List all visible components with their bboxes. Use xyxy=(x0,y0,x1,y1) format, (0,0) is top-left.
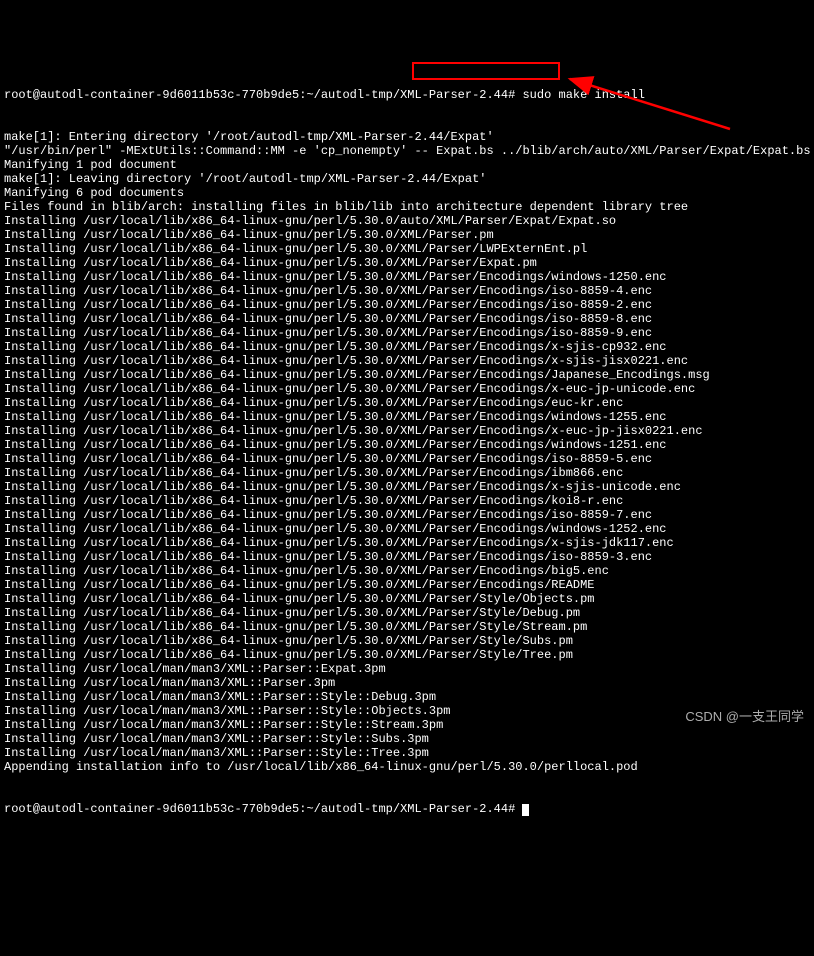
output-line: Installing /usr/local/man/man3/XML::Pars… xyxy=(4,690,810,704)
output-line: Installing /usr/local/lib/x86_64-linux-g… xyxy=(4,298,810,312)
prompt-line: root@autodl-container-9d6011b53c-770b9de… xyxy=(4,88,810,102)
output-line: Installing /usr/local/lib/x86_64-linux-g… xyxy=(4,648,810,662)
output-line: Installing /usr/local/lib/x86_64-linux-g… xyxy=(4,550,810,564)
output-line: Installing /usr/local/lib/x86_64-linux-g… xyxy=(4,592,810,606)
output-line: Installing /usr/local/lib/x86_64-linux-g… xyxy=(4,466,810,480)
output-line: Installing /usr/local/lib/x86_64-linux-g… xyxy=(4,284,810,298)
output-line: Installing /usr/local/lib/x86_64-linux-g… xyxy=(4,312,810,326)
output-line: Installing /usr/local/lib/x86_64-linux-g… xyxy=(4,340,810,354)
output-line: Installing /usr/local/lib/x86_64-linux-g… xyxy=(4,424,810,438)
output-line: Installing /usr/local/lib/x86_64-linux-g… xyxy=(4,256,810,270)
output-line: Installing /usr/local/lib/x86_64-linux-g… xyxy=(4,438,810,452)
terminal-output[interactable]: root@autodl-container-9d6011b53c-770b9de… xyxy=(4,60,810,858)
output-line: Installing /usr/local/lib/x86_64-linux-g… xyxy=(4,578,810,592)
output-line: Installing /usr/local/lib/x86_64-linux-g… xyxy=(4,522,810,536)
output-line: Installing /usr/local/lib/x86_64-linux-g… xyxy=(4,396,810,410)
cursor xyxy=(522,804,529,816)
output-line: Installing /usr/local/lib/x86_64-linux-g… xyxy=(4,564,810,578)
annotation-highlight-box xyxy=(412,62,560,80)
output-line: Installing /usr/local/man/man3/XML::Pars… xyxy=(4,732,810,746)
output-line: Installing /usr/local/lib/x86_64-linux-g… xyxy=(4,326,810,340)
output-line: Files found in blib/arch: installing fil… xyxy=(4,200,810,214)
shell-prompt: root@autodl-container-9d6011b53c-770b9de… xyxy=(4,88,522,102)
output-line: Installing /usr/local/lib/x86_64-linux-g… xyxy=(4,228,810,242)
output-line: Installing /usr/local/lib/x86_64-linux-g… xyxy=(4,480,810,494)
output-line: Installing /usr/local/man/man3/XML::Pars… xyxy=(4,746,810,760)
shell-prompt-end: root@autodl-container-9d6011b53c-770b9de… xyxy=(4,802,522,816)
output-line: make[1]: Leaving directory '/root/autodl… xyxy=(4,172,810,186)
output-line: Installing /usr/local/lib/x86_64-linux-g… xyxy=(4,494,810,508)
output-line: Installing /usr/local/lib/x86_64-linux-g… xyxy=(4,620,810,634)
output-line: Manifying 6 pod documents xyxy=(4,186,810,200)
watermark: CSDN @一支王同学 xyxy=(685,710,804,724)
output-line: Installing /usr/local/lib/x86_64-linux-g… xyxy=(4,508,810,522)
output-line: make[1]: Entering directory '/root/autod… xyxy=(4,130,810,144)
output-line: Installing /usr/local/lib/x86_64-linux-g… xyxy=(4,242,810,256)
output-line: "/usr/bin/perl" -MExtUtils::Command::MM … xyxy=(4,144,810,158)
output-line: Installing /usr/local/lib/x86_64-linux-g… xyxy=(4,410,810,424)
output-lines: make[1]: Entering directory '/root/autod… xyxy=(4,130,810,774)
output-line: Installing /usr/local/lib/x86_64-linux-g… xyxy=(4,270,810,284)
output-line: Installing /usr/local/lib/x86_64-linux-g… xyxy=(4,368,810,382)
output-line: Installing /usr/local/man/man3/XML::Pars… xyxy=(4,676,810,690)
output-line: Appending installation info to /usr/loca… xyxy=(4,760,810,774)
output-line: Installing /usr/local/lib/x86_64-linux-g… xyxy=(4,354,810,368)
command-text: sudo make install xyxy=(522,88,644,102)
output-line: Installing /usr/local/lib/x86_64-linux-g… xyxy=(4,452,810,466)
annotation-arrow xyxy=(560,74,740,134)
output-line: Installing /usr/local/lib/x86_64-linux-g… xyxy=(4,606,810,620)
output-line: Manifying 1 pod document xyxy=(4,158,810,172)
prompt-line-end: root@autodl-container-9d6011b53c-770b9de… xyxy=(4,802,810,816)
output-line: Installing /usr/local/lib/x86_64-linux-g… xyxy=(4,536,810,550)
output-line: Installing /usr/local/lib/x86_64-linux-g… xyxy=(4,214,810,228)
output-line: Installing /usr/local/lib/x86_64-linux-g… xyxy=(4,634,810,648)
output-line: Installing /usr/local/lib/x86_64-linux-g… xyxy=(4,382,810,396)
output-line: Installing /usr/local/man/man3/XML::Pars… xyxy=(4,662,810,676)
